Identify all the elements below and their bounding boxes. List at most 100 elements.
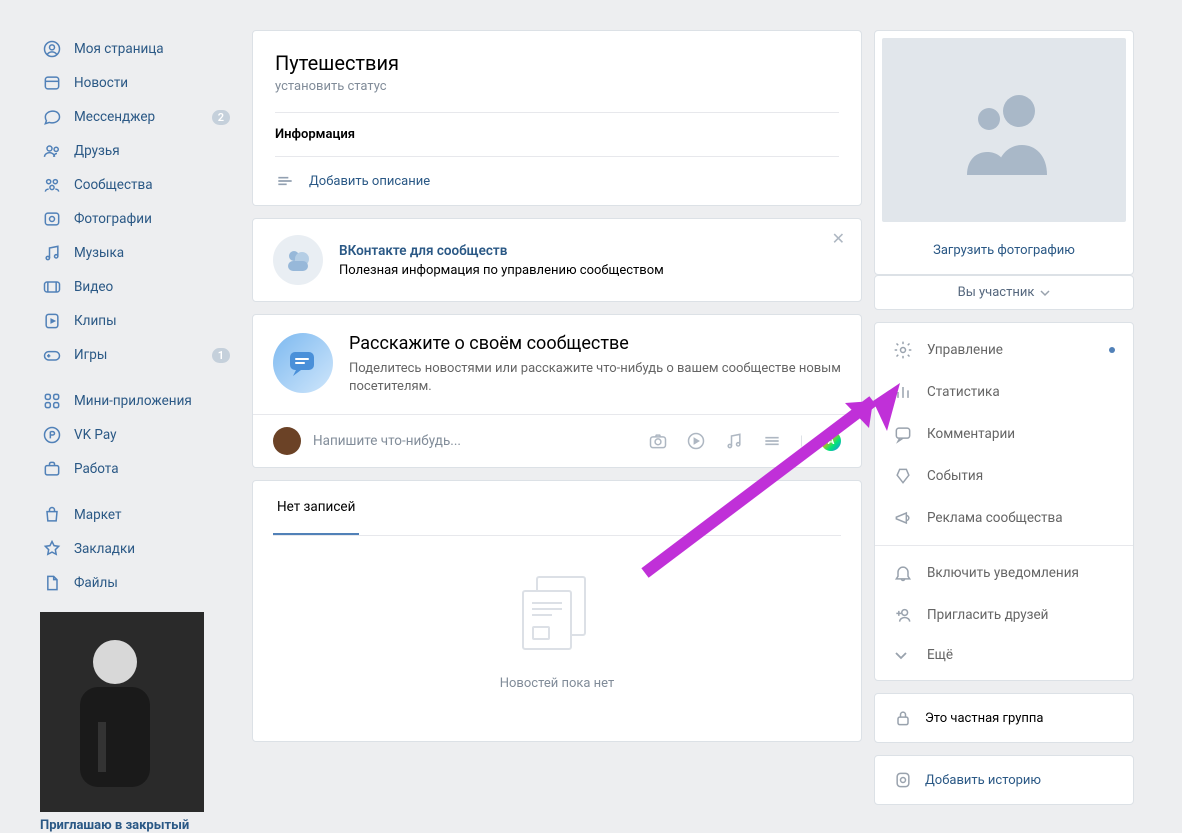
nav-messenger[interactable]: Мессенджер 2 bbox=[40, 100, 240, 134]
promo-text: Полезная информация по управлению сообще… bbox=[339, 259, 664, 278]
nav-clips[interactable]: Клипы bbox=[40, 304, 240, 338]
nav-communities[interactable]: Сообщества bbox=[40, 168, 240, 202]
tell-title: Расскажите о своём сообществе bbox=[349, 333, 841, 354]
menu-label: Статистика bbox=[927, 384, 1000, 400]
nav-files[interactable]: Файлы bbox=[40, 566, 240, 600]
menu-label: Реклама сообщества bbox=[927, 510, 1063, 526]
nav-label: Новости bbox=[74, 75, 128, 91]
nav-label: Работа bbox=[74, 461, 119, 477]
ai-poster-icon[interactable]: A bbox=[821, 431, 841, 451]
files-icon bbox=[42, 573, 62, 593]
chat-icon bbox=[42, 107, 62, 127]
nav-vkpay[interactable]: VK Pay bbox=[40, 418, 240, 452]
feed-tabs: Нет записей bbox=[273, 481, 841, 536]
manage-menu-card: Управление Статистика Комментарии Событи… bbox=[874, 322, 1134, 681]
market-icon bbox=[42, 505, 62, 525]
nav-bookmarks[interactable]: Закладки bbox=[40, 532, 240, 566]
menu-label: Ещё bbox=[927, 647, 953, 663]
comment-icon bbox=[893, 424, 913, 444]
nav-label: Закладки bbox=[74, 541, 135, 557]
nav-music[interactable]: Музыка bbox=[40, 236, 240, 270]
stats-icon bbox=[893, 382, 913, 402]
menu-comments[interactable]: Комментарии bbox=[875, 413, 1133, 455]
badge: 2 bbox=[212, 110, 230, 125]
nav-label: Видео bbox=[74, 279, 113, 295]
nav-label: Друзья bbox=[74, 143, 120, 159]
nav-video[interactable]: Видео bbox=[40, 270, 240, 304]
post-composer[interactable]: Напишите что-нибудь... | A bbox=[253, 414, 861, 467]
member-label: Вы участник bbox=[958, 285, 1035, 300]
close-icon[interactable]: ✕ bbox=[832, 229, 845, 248]
work-icon bbox=[42, 459, 62, 479]
chevron-down-icon bbox=[1040, 288, 1050, 298]
upload-photo-link[interactable]: Загрузить фотографию bbox=[875, 229, 1133, 258]
ad-image bbox=[40, 612, 204, 812]
vk-communities-promo[interactable]: ВКонтакте для сообществ Полезная информа… bbox=[252, 218, 862, 302]
community-header-card: Путешествия установить статус Информация… bbox=[252, 30, 862, 206]
nav-market[interactable]: Маркет bbox=[40, 498, 240, 532]
sidebar-ad[interactable]: Приглашаю в закрытый bbox=[40, 612, 204, 833]
member-status-button[interactable]: Вы участник bbox=[874, 275, 1134, 310]
nav-label: Маркет bbox=[74, 507, 121, 523]
notification-dot bbox=[1109, 347, 1115, 353]
menu-ads[interactable]: Реклама сообщества bbox=[875, 497, 1133, 539]
community-avatar-card: Загрузить фотографию bbox=[874, 30, 1134, 275]
megaphone-icon bbox=[893, 508, 913, 528]
composer-avatar bbox=[273, 427, 301, 455]
bell-icon bbox=[893, 563, 913, 583]
page-title: Путешествия bbox=[275, 51, 839, 75]
promo-icon bbox=[273, 235, 323, 285]
menu-events[interactable]: События bbox=[875, 455, 1133, 497]
menu-more[interactable]: Ещё bbox=[875, 636, 1133, 674]
badge: 1 bbox=[212, 348, 230, 363]
play-icon[interactable] bbox=[686, 431, 706, 451]
feed-card: Нет записей Новостей пока нет bbox=[252, 480, 862, 742]
add-story-card[interactable]: Добавить историю bbox=[874, 755, 1134, 805]
nav-label: VK Pay bbox=[74, 427, 117, 443]
nav-label: Мессенджер bbox=[74, 109, 155, 125]
set-status-link[interactable]: установить статус bbox=[275, 75, 839, 112]
list-icon bbox=[275, 171, 295, 191]
nav-photos[interactable]: Фотографии bbox=[40, 202, 240, 236]
nav-friends[interactable]: Друзья bbox=[40, 134, 240, 168]
empty-text: Новостей пока нет bbox=[273, 676, 841, 691]
menu-stats[interactable]: Статистика bbox=[875, 371, 1133, 413]
info-section-title: Информация bbox=[275, 112, 839, 156]
nav-work[interactable]: Работа bbox=[40, 452, 240, 486]
right-sidebar: Загрузить фотографию Вы участник Управле… bbox=[874, 0, 1134, 833]
music-note-icon[interactable] bbox=[724, 431, 744, 451]
nav-label: Файлы bbox=[74, 575, 118, 591]
menu-notifications[interactable]: Включить уведомления bbox=[875, 552, 1133, 594]
tell-subtitle: Поделитесь новостями или расскажите что-… bbox=[349, 354, 841, 396]
private-label: Это частная группа bbox=[925, 711, 1043, 726]
nav-label: Фотографии bbox=[74, 211, 152, 227]
tab-no-posts[interactable]: Нет записей bbox=[273, 481, 359, 535]
menu-manage[interactable]: Управление bbox=[875, 329, 1133, 371]
add-description-link[interactable]: Добавить описание bbox=[275, 156, 839, 205]
nav-label: Сообщества bbox=[74, 177, 153, 193]
pay-icon bbox=[42, 425, 62, 445]
chevron-down-icon bbox=[893, 647, 913, 663]
camera-icon[interactable] bbox=[648, 431, 668, 451]
music-icon bbox=[42, 243, 62, 263]
nav-label: Моя страница bbox=[74, 41, 164, 57]
games-icon bbox=[42, 345, 62, 365]
tell-about-community-card: Расскажите о своём сообществе Поделитесь… bbox=[252, 314, 862, 468]
ad-caption: Приглашаю в закрытый bbox=[40, 812, 204, 833]
stories-icon bbox=[893, 770, 913, 790]
apps-icon bbox=[42, 391, 62, 411]
menu-invite[interactable]: Пригласить друзей bbox=[875, 594, 1133, 636]
nav-news[interactable]: Новости bbox=[40, 66, 240, 100]
empty-feed: Новостей пока нет bbox=[273, 536, 841, 741]
news-icon bbox=[42, 73, 62, 93]
avatar-placeholder[interactable] bbox=[882, 38, 1126, 222]
left-sidebar: Моя страница Новости Мессенджер2 Друзья … bbox=[40, 0, 240, 833]
photo-icon bbox=[42, 209, 62, 229]
nav-miniapps[interactable]: Мини-приложения bbox=[40, 384, 240, 418]
add-user-icon bbox=[893, 605, 913, 625]
community-icon bbox=[42, 175, 62, 195]
nav-games[interactable]: Игры1 bbox=[40, 338, 240, 372]
nav-my-page[interactable]: Моя страница bbox=[40, 32, 240, 66]
more-icon[interactable] bbox=[762, 431, 782, 451]
composer-input[interactable]: Напишите что-нибудь... bbox=[313, 433, 636, 449]
